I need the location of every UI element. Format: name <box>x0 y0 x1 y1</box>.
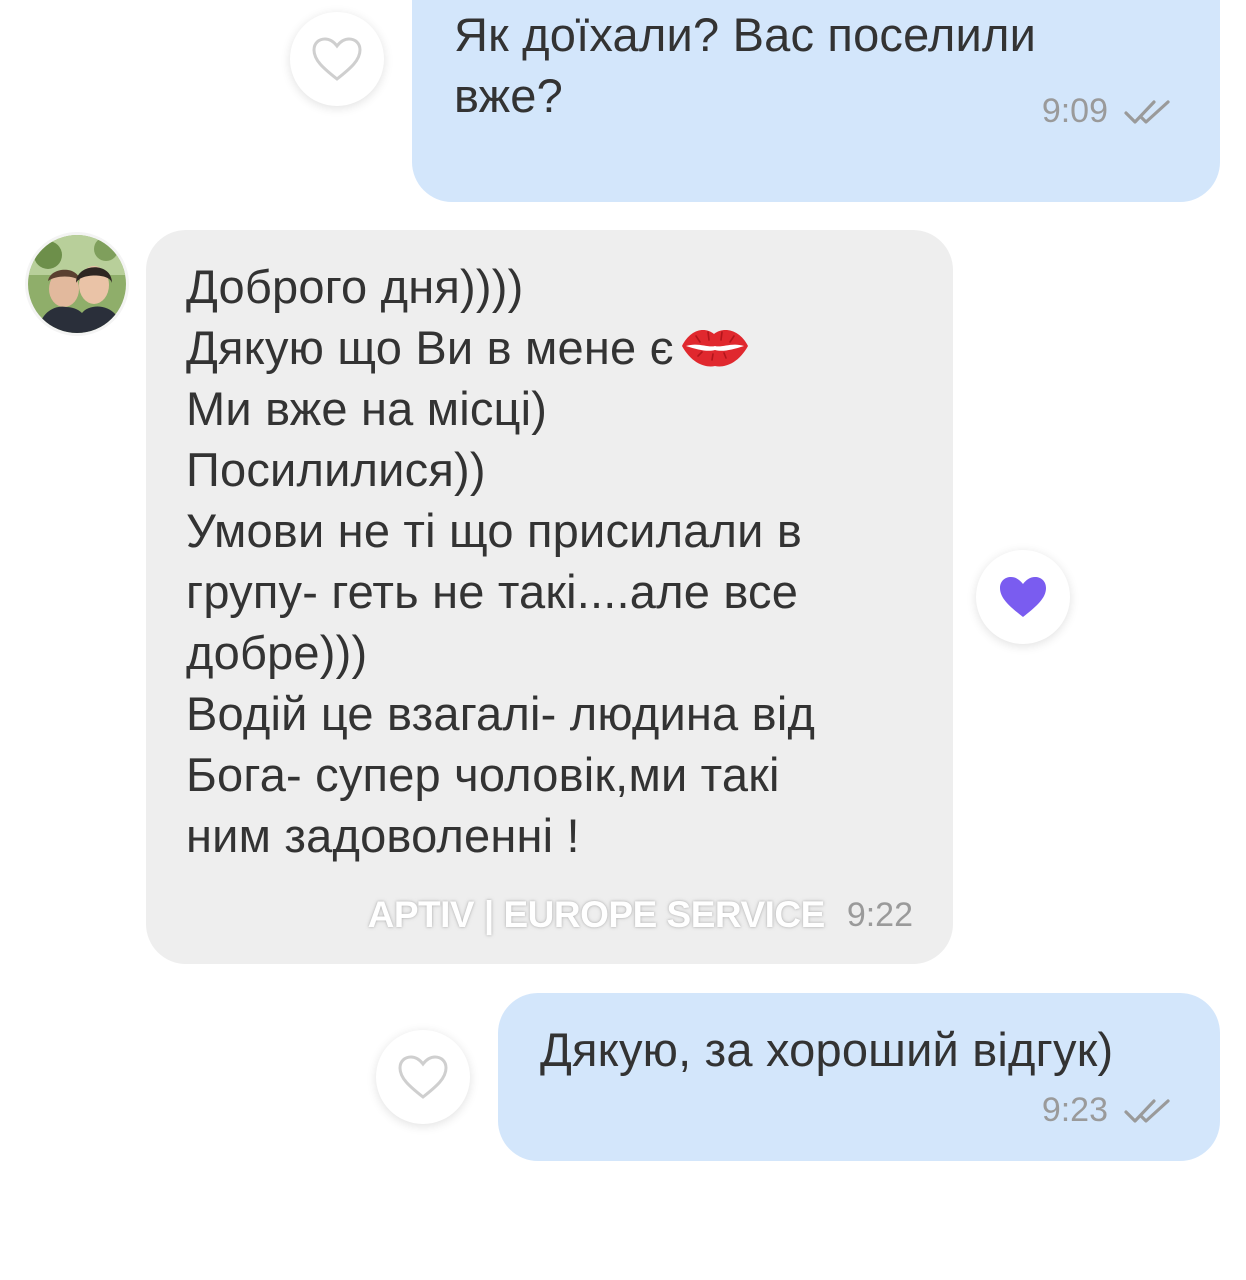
watermark-text: APTIV | EUROPE SERVICE <box>367 894 826 935</box>
message-time: 9:09 <box>1041 92 1108 130</box>
message-meta: APTIV | EUROPE SERVICE 9:22 <box>368 894 913 936</box>
double-check-icon <box>1124 1098 1170 1123</box>
avatar-photo <box>28 235 126 333</box>
message-time: 9:23 <box>1041 1091 1108 1129</box>
kiss-mark-icon <box>681 330 748 367</box>
message-time: 9:22 <box>846 895 913 934</box>
message-meta: 9:23 <box>1042 1091 1178 1130</box>
contact-avatar[interactable] <box>28 235 126 333</box>
message-meta: 9:09 <box>1042 92 1178 131</box>
outgoing-message-bubble[interactable]: Як доїхали? Вас поселили вже? 9:09 <box>412 0 1220 202</box>
double-check-icon <box>1124 99 1170 124</box>
like-button[interactable] <box>290 12 384 106</box>
heart-outline-icon <box>312 37 362 81</box>
like-button[interactable] <box>976 550 1070 644</box>
message-text: Дякую, за хороший відгук) <box>540 1023 1114 1076</box>
incoming-message-bubble[interactable]: Доброго дня)))) Дякую що Ви в мене є Ми … <box>146 230 953 964</box>
message-text: Доброго дня)))) Дякую що Ви в мене є Ми … <box>186 256 815 866</box>
heart-outline-icon <box>398 1055 448 1099</box>
outgoing-message-bubble[interactable]: Дякую, за хороший відгук) 9:23 <box>498 993 1220 1161</box>
heart-filled-icon <box>1000 577 1046 617</box>
message-text-part: Ми вже на місці) Посилилися)) Умови не т… <box>186 382 816 862</box>
message-text: Як доїхали? Вас поселили вже? <box>454 8 1037 122</box>
message-text-part: Доброго дня)))) Дякую що Ви в мене є <box>186 260 674 374</box>
like-button[interactable] <box>376 1030 470 1124</box>
